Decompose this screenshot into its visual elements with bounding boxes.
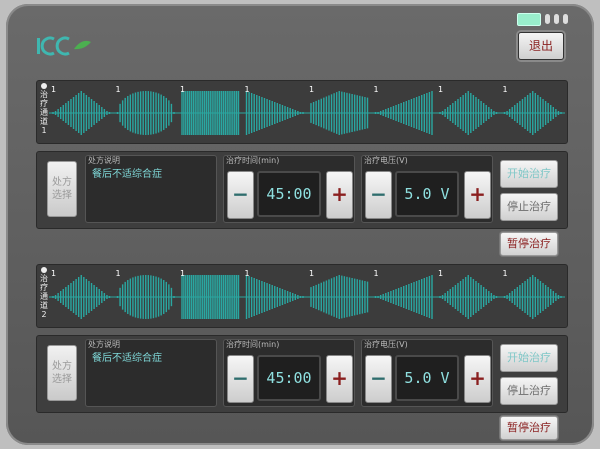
segment-marker: 1 — [309, 269, 314, 278]
channel-2-time-box: 治疗时间(min) − 45:00 + — [223, 339, 355, 407]
logo — [37, 36, 91, 56]
channel-1-start-button[interactable]: 开始治疗 — [500, 160, 558, 188]
exit-button[interactable]: 退出 — [518, 32, 564, 60]
channel-2-stop-button[interactable]: 停止治疗 — [500, 377, 558, 405]
channel-1-waveform-panel: 治疗通道1 1 1 1 1 1 1 1 1 — [36, 80, 568, 144]
channel-2-rx-select-button[interactable]: 处方选择 — [47, 345, 77, 401]
time-display: 45:00 — [257, 355, 321, 401]
segment-marker: 1 — [503, 269, 508, 278]
voltage-caption: 治疗电压(V) — [364, 340, 408, 349]
time-increase-button[interactable]: + — [326, 171, 353, 219]
voltage-increase-button[interactable]: + — [464, 355, 491, 403]
channel-2-pause-button[interactable]: 暂停治疗 — [500, 416, 558, 440]
segment-marker: 1 — [503, 85, 508, 94]
status-light — [563, 14, 568, 24]
status-light — [554, 14, 559, 24]
channel-2-label: 治疗通道2 — [39, 267, 49, 319]
channel-1-description-box: 处方说明 餐后不适综合症 — [85, 155, 217, 223]
channel-1-label: 治疗通道1 — [39, 83, 49, 135]
channel-1-pause-button[interactable]: 暂停治疗 — [500, 232, 558, 256]
time-caption: 治疗时间(min) — [226, 340, 280, 349]
time-increase-button[interactable]: + — [326, 355, 353, 403]
segment-marker: 1 — [245, 85, 250, 94]
segment-marker: 1 — [438, 85, 443, 94]
time-decrease-button[interactable]: − — [227, 171, 254, 219]
segment-marker: 1 — [245, 269, 250, 278]
channel-1-waveform: 1 1 1 1 1 1 1 1 — [49, 85, 565, 135]
description-text: 餐后不适综合症 — [92, 169, 162, 180]
voltage-display: 5.0 V — [395, 171, 459, 217]
time-decrease-button[interactable]: − — [227, 355, 254, 403]
segment-marker: 1 — [309, 85, 314, 94]
segment-marker: 1 — [51, 269, 56, 278]
segment-marker: 1 — [374, 269, 379, 278]
channel-2-control-panel: 处方选择 处方说明 餐后不适综合症 治疗时间(min) − 45:00 + 治疗… — [36, 335, 568, 413]
segment-marker: 1 — [116, 269, 121, 278]
voltage-decrease-button[interactable]: − — [365, 355, 392, 403]
voltage-decrease-button[interactable]: − — [365, 171, 392, 219]
channel-1-control-panel: 处方选择 处方说明 餐后不适综合症 治疗时间(min) − 45:00 + 治疗… — [36, 151, 568, 229]
segment-marker: 1 — [116, 85, 121, 94]
voltage-display: 5.0 V — [395, 355, 459, 401]
description-text: 餐后不适综合症 — [92, 353, 162, 364]
voltage-caption: 治疗电压(V) — [364, 156, 408, 165]
channel-2-voltage-box: 治疗电压(V) − 5.0 V + — [361, 339, 493, 407]
time-display: 45:00 — [257, 171, 321, 217]
status-light — [545, 14, 550, 24]
channel-2-description-box: 处方说明 餐后不适综合症 — [85, 339, 217, 407]
channel-1-voltage-box: 治疗电压(V) − 5.0 V + — [361, 155, 493, 223]
segment-marker: 1 — [180, 269, 185, 278]
segment-marker: 1 — [438, 269, 443, 278]
channel-1-stop-button[interactable]: 停止治疗 — [500, 193, 558, 221]
channel-1-time-box: 治疗时间(min) − 45:00 + — [223, 155, 355, 223]
channel-2-start-button[interactable]: 开始治疗 — [500, 344, 558, 372]
battery-icon — [517, 13, 541, 26]
channel-2-waveform: 1 1 1 1 1 1 1 1 — [49, 269, 565, 319]
segment-marker: 1 — [51, 85, 56, 94]
channel-2-waveform-panel: 治疗通道2 1 1 1 1 1 1 1 1 — [36, 264, 568, 328]
channel-1-rx-select-button[interactable]: 处方选择 — [47, 161, 77, 217]
time-caption: 治疗时间(min) — [226, 156, 280, 165]
segment-marker: 1 — [374, 85, 379, 94]
voltage-increase-button[interactable]: + — [464, 171, 491, 219]
segment-marker: 1 — [180, 85, 185, 94]
